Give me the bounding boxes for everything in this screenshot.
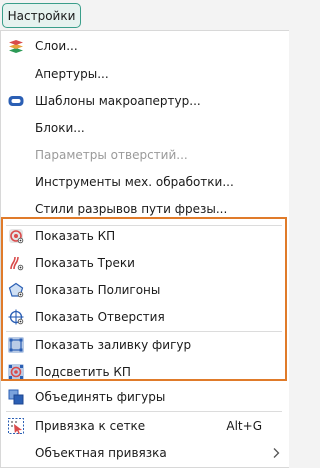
menu-item-show-tracks[interactable]: Показать Треки — [1, 250, 290, 276]
menu-item-object-snap[interactable]: Объектная привязка — [1, 440, 290, 466]
menu-item-show-pads[interactable]: Показать КП — [1, 223, 290, 249]
menu-item-blocks[interactable]: Блоки... — [1, 115, 290, 141]
fill-shapes-icon — [8, 337, 24, 353]
show-pads-icon — [8, 228, 24, 244]
menu-item-show-shape-fill[interactable]: Показать заливку фигур — [1, 332, 290, 358]
menu-item-highlight-pads[interactable]: Подсветить КП — [1, 359, 290, 385]
snap-grid-icon — [8, 418, 24, 434]
highlight-pads-icon — [8, 364, 24, 380]
show-polygons-icon — [8, 282, 24, 298]
menu-item-machining-tools[interactable]: Инструменты мех. обработки... — [1, 169, 290, 195]
snap-grid-shortcut: Alt+G — [226, 419, 262, 433]
menu-item-show-polygons[interactable]: Показать Полигоны — [1, 277, 290, 303]
menu-item-show-holes[interactable]: Показать Отверстия — [1, 304, 290, 330]
menu-item-snap-to-grid[interactable]: Привязка к сетке Alt+G — [1, 413, 290, 439]
menu-item-macro-apertures[interactable]: Шаблоны макроапертур... — [1, 88, 290, 114]
show-holes-icon — [8, 309, 24, 325]
layers-icon — [8, 38, 24, 54]
settings-menu-label: Настройки — [7, 8, 76, 23]
chevron-right-icon — [272, 447, 280, 462]
menu-item-hole-params[interactable]: Параметры отверстий... — [1, 142, 290, 168]
settings-menu-button[interactable]: Настройки — [2, 3, 81, 28]
merge-shapes-icon — [8, 389, 24, 405]
show-tracks-icon — [8, 255, 24, 271]
menu-item-apertures[interactable]: Апертуры... — [1, 61, 290, 87]
menu-item-mill-path-break-styles[interactable]: Стили разрывов пути фрезы... — [1, 196, 290, 222]
menu-separator — [6, 411, 282, 412]
menu-item-layers[interactable]: Слои... — [1, 33, 290, 59]
menu-item-merge-shapes[interactable]: Объединять фигуры — [1, 384, 290, 410]
macro-aperture-icon — [8, 93, 24, 109]
settings-dropdown: Слои... Апертуры... Шаблоны макроапертур… — [0, 30, 289, 468]
